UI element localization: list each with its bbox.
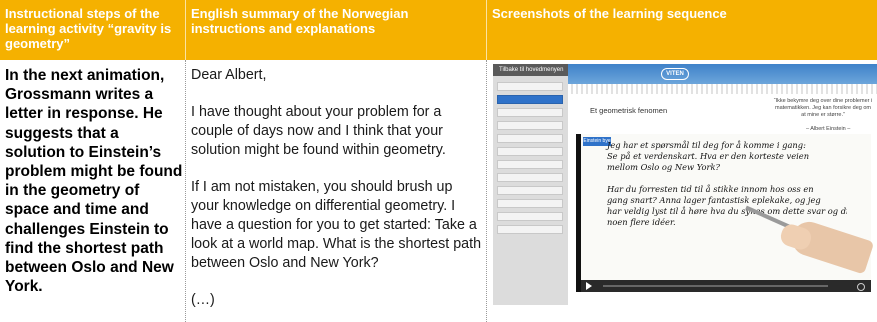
screenshot-sidebar: Tilbake til hovedmenyen <box>493 64 568 305</box>
column-divider <box>486 60 487 322</box>
sidebar-item-active <box>497 95 563 104</box>
screenshot-content: Et geometrisk fenomen “Ikke bekymre deg … <box>568 94 877 305</box>
summary-greeting: Dear Albert, <box>191 67 267 83</box>
animation-video: Einstein bye Jeg har et spørsmål til deg… <box>576 134 875 292</box>
handwriting-line: Har du forresten tid til å stikke innom … <box>607 184 814 194</box>
handwriting-line: Se på et verdenskart. Hva er den kortest… <box>607 151 810 161</box>
handwriting-line: har veldig lyst til å høre hva du synes … <box>607 206 847 216</box>
video-controls <box>581 280 871 292</box>
step-description: In the next animation, Grossmann writes … <box>5 67 183 296</box>
play-icon[interactable] <box>586 282 592 290</box>
exercise-title: Et geometrisk fenomen <box>590 106 668 115</box>
handwriting-line: gang snart? Anna lager fantastisk epleka… <box>607 195 821 205</box>
sidebar-item <box>497 173 563 182</box>
sidebar-item <box>497 108 563 117</box>
handwriting-line: Jeg har et spørsmål til deg for å komme … <box>607 140 806 150</box>
english-summary: Dear Albert, I have thought about your p… <box>191 66 483 310</box>
einstein-quote: “Ikke bekymre deg over dine problemer i … <box>773 98 873 118</box>
sidebar-item <box>497 147 563 156</box>
column-divider <box>185 60 186 322</box>
summary-paragraph-2: If I am not mistaken, you should brush u… <box>191 179 482 271</box>
summary-ellipsis: (…) <box>191 292 215 308</box>
back-to-menu-link: Tilbake til hovedmenyen <box>493 64 568 76</box>
sidebar-item <box>497 121 563 130</box>
summary-paragraph-1: I have thought about your problem for a … <box>191 104 446 158</box>
learning-sequence-screenshot: Tilbake til hovedmenyen VITEN Et geometr… <box>493 64 877 305</box>
quote-author: – Albert Einstein – <box>806 126 851 132</box>
handwriting-line: noen flere idéer. <box>607 217 676 227</box>
viten-logo: VITEN <box>661 68 689 80</box>
sidebar-item <box>497 160 563 169</box>
header-english-summary: English summary of the Norwegian instruc… <box>186 0 486 60</box>
sidebar-item <box>497 134 563 143</box>
settings-gear-icon[interactable] <box>857 283 865 291</box>
banner-grass <box>568 84 877 94</box>
handwriting-line: mellom Oslo og New York? <box>607 162 720 172</box>
sidebar-item <box>497 186 563 195</box>
header-screenshots: Screenshots of the learning sequence <box>487 0 877 60</box>
sidebar-item <box>497 212 563 221</box>
sidebar-item <box>497 225 563 234</box>
header-instructional-steps: Instructional steps of the learning acti… <box>0 0 185 60</box>
content-table: Instructional steps of the learning acti… <box>0 0 877 322</box>
sidebar-item <box>497 199 563 208</box>
sidebar-item <box>497 82 563 91</box>
video-progress-bar[interactable] <box>603 285 828 287</box>
